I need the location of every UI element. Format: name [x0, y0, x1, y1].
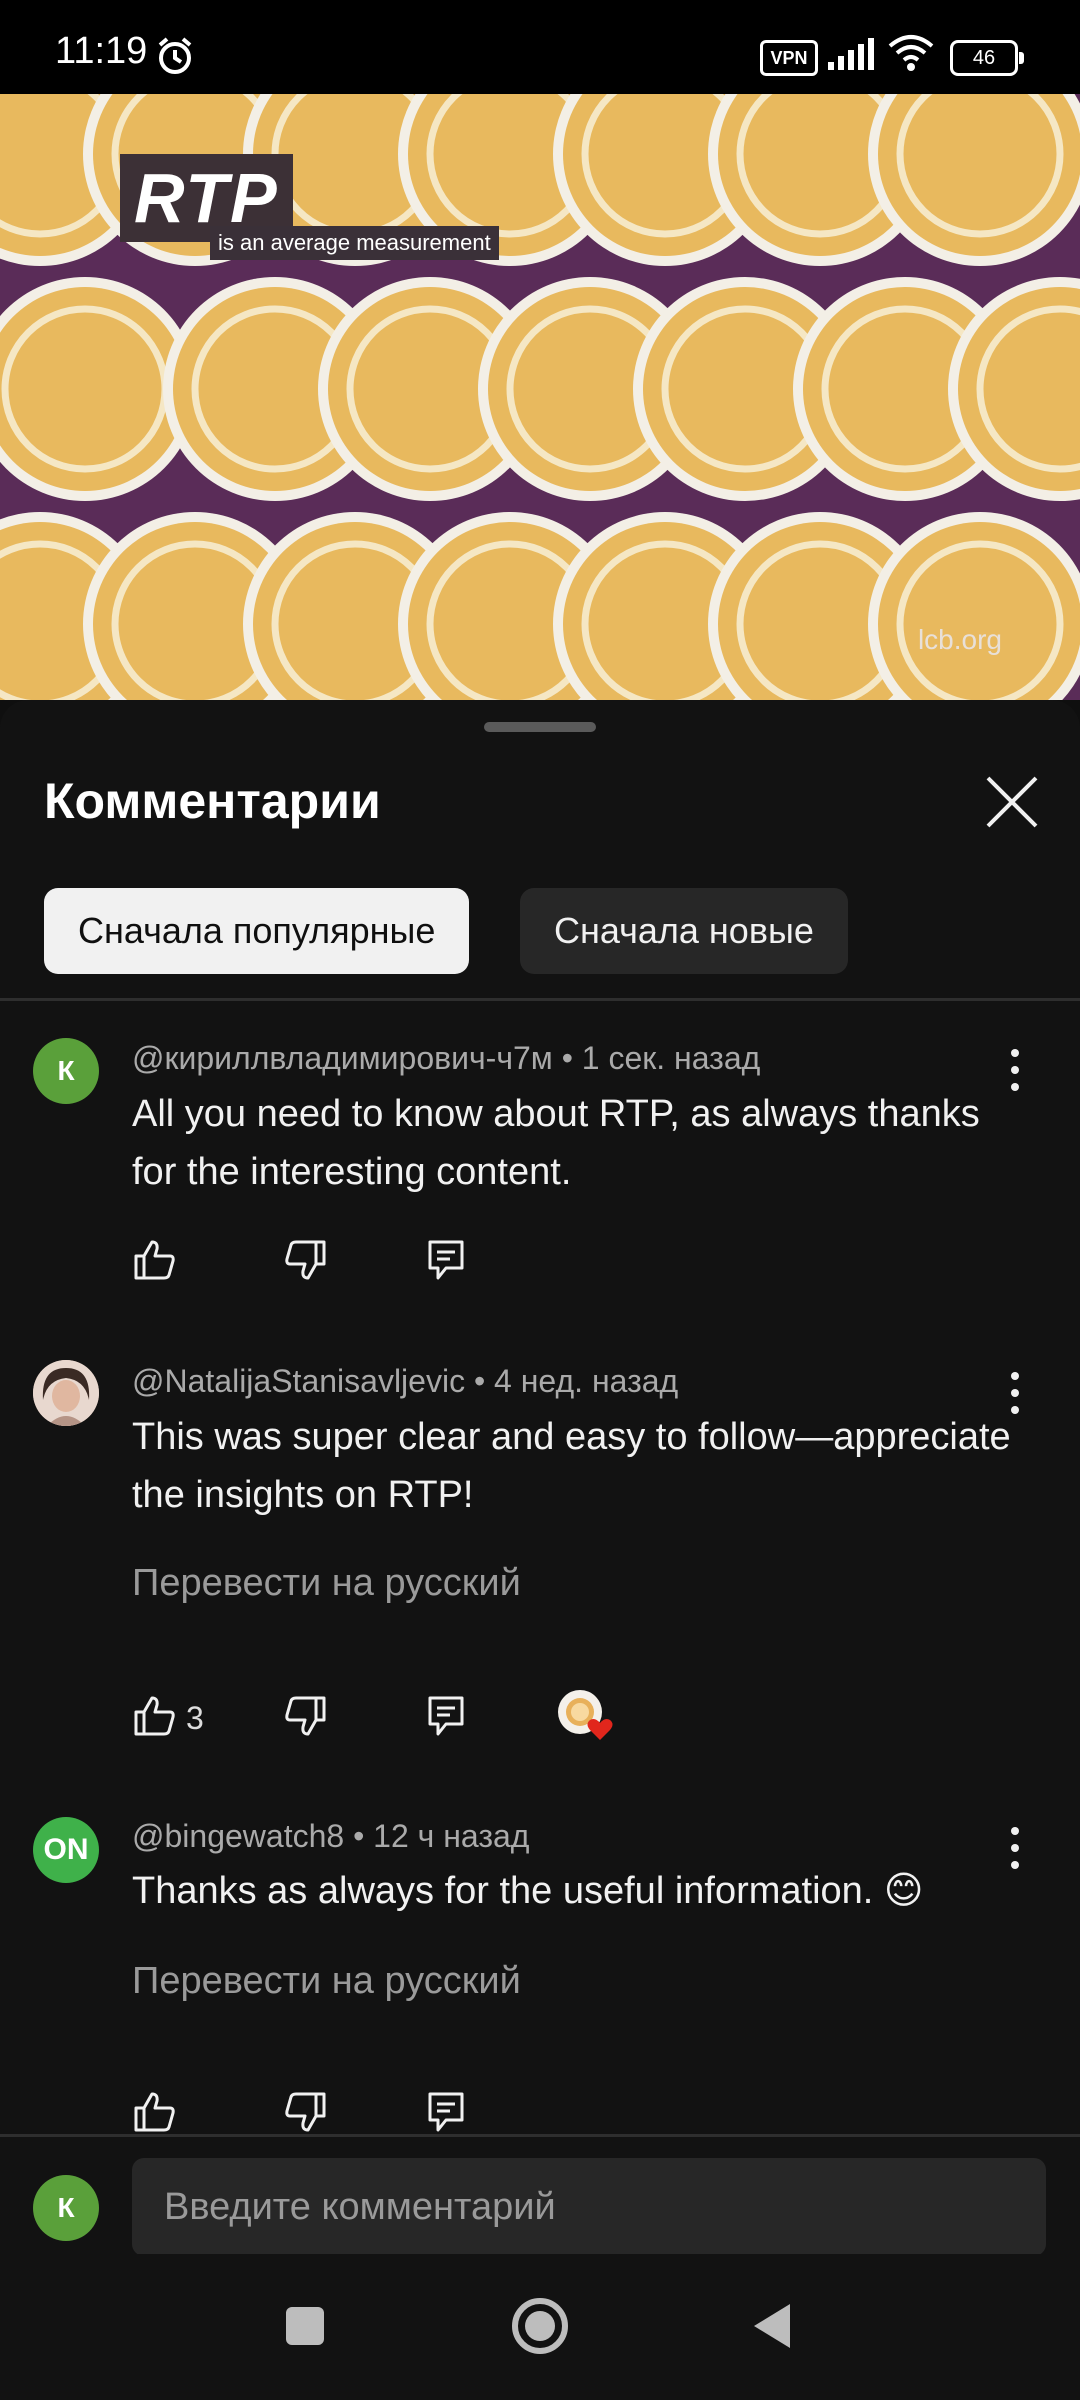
translate-link[interactable]: Перевести на русский [132, 1960, 521, 2003]
dislike-icon[interactable] [284, 1238, 328, 1282]
like-icon[interactable] [132, 1238, 176, 1282]
close-icon[interactable] [980, 770, 1044, 834]
comments-sheet: Комментарии Сначала популярные Сначала н… [0, 700, 1080, 2140]
status-bar: 11:19 VPN 46 [0, 0, 1080, 94]
wifi-icon [888, 35, 934, 71]
video-watermark: lcb.org [917, 624, 1002, 655]
like-count: 3 [186, 1700, 204, 1736]
translate-link[interactable]: Перевести на русский [132, 1562, 521, 1605]
coin-shape [868, 512, 1080, 700]
alarm-icon [158, 37, 192, 74]
comment-text: All you need to know about RTP, as alway… [132, 1093, 980, 1193]
comment-input[interactable] [132, 2158, 1046, 2256]
comment-author-line: @кириллвладимирович-ч7м • 1 сек. назад [132, 1040, 760, 1077]
avatar[interactable]: К [33, 1038, 99, 1104]
status-time: 11:19 [55, 30, 148, 72]
reply-icon[interactable] [426, 2090, 466, 2134]
home-icon[interactable] [510, 2286, 570, 2366]
avatar[interactable] [33, 1360, 99, 1426]
avatar[interactable]: ON [33, 1817, 99, 1883]
comment-actions [132, 2090, 532, 2140]
comment-actions [132, 1238, 532, 1288]
divider [0, 998, 1080, 1001]
chip-sort-popular[interactable]: Сначала популярные [44, 888, 470, 974]
video-subtitle: is an average measurement [210, 226, 499, 260]
drag-handle[interactable] [484, 722, 596, 732]
comments-title: Комментарии [44, 773, 381, 829]
comment-author-line: @bingewatch8 • 12 ч назад [132, 1818, 529, 1855]
creator-heart-icon [558, 1690, 613, 1740]
comment-input-bar: К [0, 2134, 1080, 2257]
comment-time: • 4 нед. назад [473, 1363, 679, 1399]
signal-icon [828, 38, 874, 70]
reply-icon[interactable] [426, 1694, 466, 1738]
dislike-icon[interactable] [284, 2090, 328, 2134]
comment-time: • 1 сек. назад [561, 1040, 761, 1076]
reply-icon[interactable] [426, 1238, 466, 1282]
coin-shape [868, 94, 1080, 266]
system-nav-bar [0, 2254, 1080, 2400]
comment-input-container[interactable] [132, 2158, 1046, 2256]
like-icon[interactable] [132, 1694, 176, 1738]
comment-author-line: @NatalijaStanisavljevic • 4 нед. назад [132, 1363, 678, 1400]
recents-icon[interactable] [284, 2286, 326, 2366]
chip-sort-newest[interactable]: Сначала новые [520, 888, 848, 974]
back-icon[interactable] [750, 2286, 794, 2366]
battery-icon: 46 [950, 40, 1024, 76]
video-player[interactable]: RTP is an average measurement lcb.org [0, 94, 1080, 700]
comment-author[interactable]: @bingewatch8 [132, 1818, 344, 1854]
dislike-icon[interactable] [284, 1694, 328, 1738]
comment-text: Thanks as always for the useful informat… [132, 1870, 924, 1912]
comment-time: • 12 ч назад [353, 1818, 530, 1854]
vpn-badge: VPN [760, 40, 818, 76]
comment-author[interactable]: @NatalijaStanisavljevic [132, 1363, 465, 1399]
avatar-photo-icon [33, 1360, 99, 1426]
comment-text: This was super clear and easy to follow—… [132, 1416, 1011, 1516]
like-icon[interactable] [132, 2090, 176, 2134]
comment-author[interactable]: @кириллвладимирович-ч7м [132, 1040, 553, 1076]
avatar[interactable]: К [33, 2175, 99, 2241]
comment-actions: 3 [132, 1690, 632, 1744]
